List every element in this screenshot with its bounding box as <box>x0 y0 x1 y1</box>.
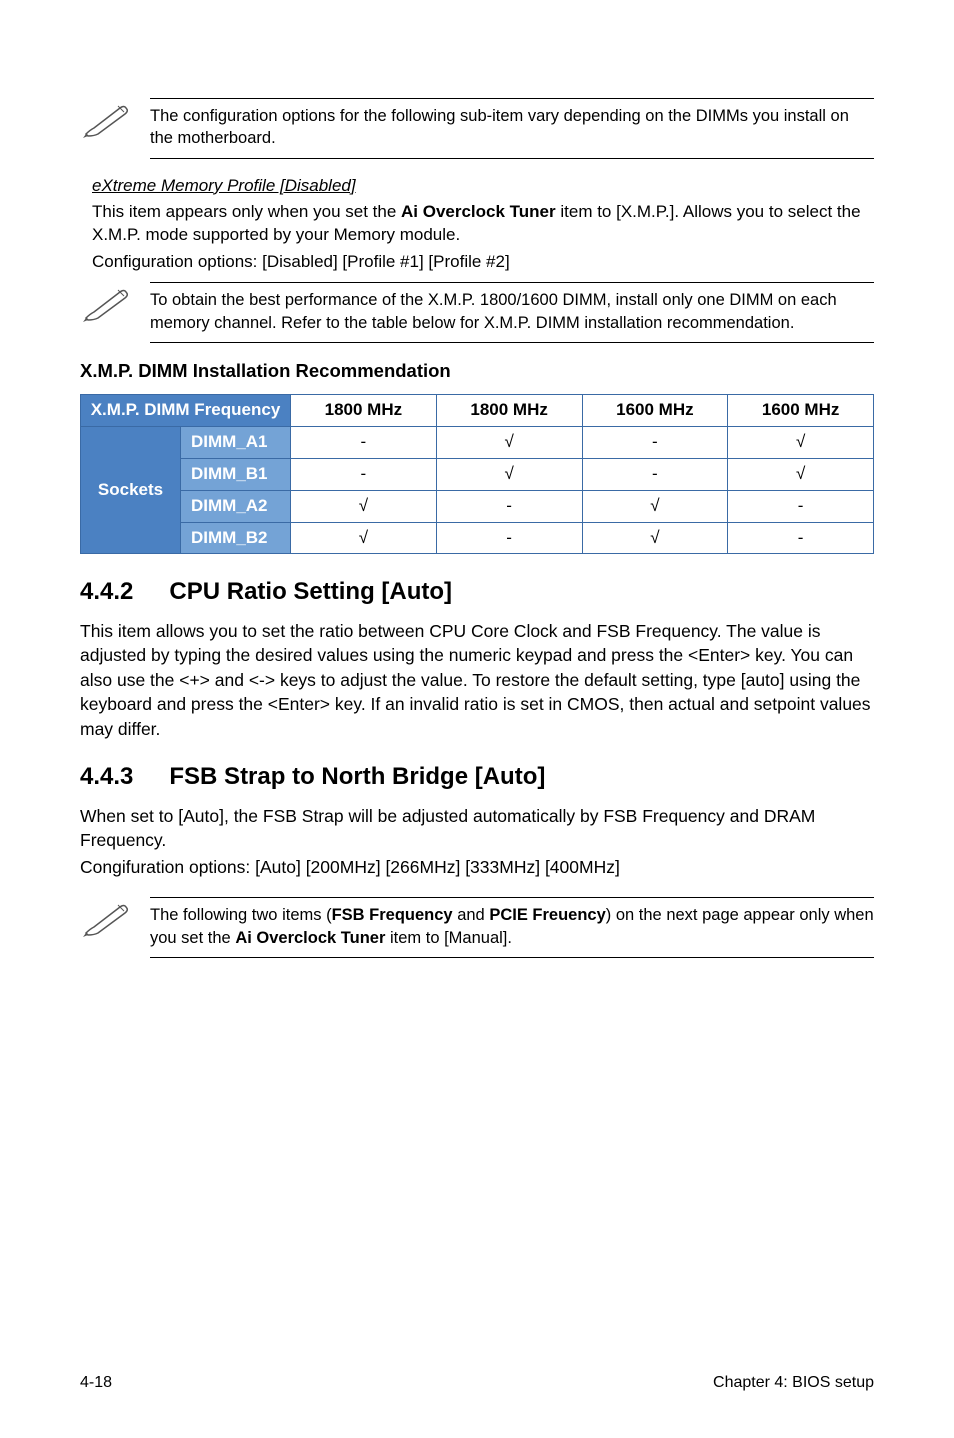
pencil-icon <box>80 897 150 946</box>
cell: - <box>728 490 874 522</box>
col-header: 1600 MHz <box>582 394 728 426</box>
table-row: DIMM_B2 √ - √ - <box>81 522 874 554</box>
xmp-profile-body2: Configuration options: [Disabled] [Profi… <box>92 251 874 274</box>
text-fragment: and <box>453 906 490 924</box>
dimm-label: DIMM_B2 <box>181 522 291 554</box>
cell: - <box>728 522 874 554</box>
col-header: 1800 MHz <box>436 394 582 426</box>
xmp-profile-body1: This item appears only when you set the … <box>92 201 874 247</box>
cell: √ <box>582 490 728 522</box>
note-text-3: The following two items (FSB Frequency a… <box>150 897 874 958</box>
dimm-label: DIMM_B1 <box>181 458 291 490</box>
section-443-body2: Congifuration options: [Auto] [200MHz] [… <box>80 855 874 880</box>
col-header: 1800 MHz <box>291 394 437 426</box>
cell: - <box>436 490 582 522</box>
dimm-label: DIMM_A1 <box>181 426 291 458</box>
section-442-heading: 4.4.2 CPU Ratio Setting [Auto] <box>80 576 874 608</box>
sockets-label: Sockets <box>81 426 181 554</box>
note-block-2: To obtain the best performance of the X.… <box>80 282 874 343</box>
note-text-2: To obtain the best performance of the X.… <box>150 282 874 343</box>
cell: √ <box>436 458 582 490</box>
table-header-row: X.M.P. DIMM Frequency 1800 MHz 1800 MHz … <box>81 394 874 426</box>
section-num: 4.4.3 <box>80 761 133 793</box>
cell: √ <box>728 426 874 458</box>
section-title: FSB Strap to North Bridge [Auto] <box>169 761 545 793</box>
page-footer: 4-18 Chapter 4: BIOS setup <box>80 1372 874 1394</box>
section-443-body1: When set to [Auto], the FSB Strap will b… <box>80 804 874 853</box>
cell: - <box>291 458 437 490</box>
section-num: 4.4.2 <box>80 576 133 608</box>
xmp-freq-header: X.M.P. DIMM Frequency <box>81 394 291 426</box>
section-title: CPU Ratio Setting [Auto] <box>169 576 452 608</box>
note-block-1: The configuration options for the follow… <box>80 98 874 159</box>
text-fragment: item to [Manual]. <box>385 929 512 947</box>
xmp-profile-section: eXtreme Memory Profile [Disabled] This i… <box>80 175 874 275</box>
text-fragment: This item appears only when you set the <box>92 202 401 221</box>
note-text-1: The configuration options for the follow… <box>150 98 874 159</box>
section-443-heading: 4.4.3 FSB Strap to North Bridge [Auto] <box>80 761 874 793</box>
pencil-icon <box>80 282 150 331</box>
text-bold: Ai Overclock Tuner <box>401 202 556 221</box>
col-header: 1600 MHz <box>728 394 874 426</box>
cell: √ <box>291 522 437 554</box>
text-bold: PCIE Freuency <box>489 906 605 924</box>
table-row: DIMM_A2 √ - √ - <box>81 490 874 522</box>
cell: - <box>582 458 728 490</box>
table-row: Sockets DIMM_A1 - √ - √ <box>81 426 874 458</box>
text-fragment: The following two items ( <box>150 906 332 924</box>
xmp-profile-title: eXtreme Memory Profile [Disabled] <box>92 176 356 195</box>
xmp-table: X.M.P. DIMM Frequency 1800 MHz 1800 MHz … <box>80 394 874 555</box>
cell: √ <box>436 426 582 458</box>
chapter-label: Chapter 4: BIOS setup <box>713 1372 874 1394</box>
page-number: 4-18 <box>80 1372 112 1394</box>
cell: √ <box>582 522 728 554</box>
xmp-table-heading: X.M.P. DIMM Installation Recommendation <box>80 359 874 384</box>
cell: - <box>291 426 437 458</box>
table-row: DIMM_B1 - √ - √ <box>81 458 874 490</box>
note-block-3: The following two items (FSB Frequency a… <box>80 897 874 958</box>
cell: √ <box>291 490 437 522</box>
section-442-body: This item allows you to set the ratio be… <box>80 619 874 742</box>
dimm-label: DIMM_A2 <box>181 490 291 522</box>
text-bold: FSB Frequency <box>332 906 453 924</box>
pencil-icon <box>80 98 150 147</box>
cell: - <box>436 522 582 554</box>
cell: √ <box>728 458 874 490</box>
text-bold: Ai Overclock Tuner <box>235 929 385 947</box>
cell: - <box>582 426 728 458</box>
